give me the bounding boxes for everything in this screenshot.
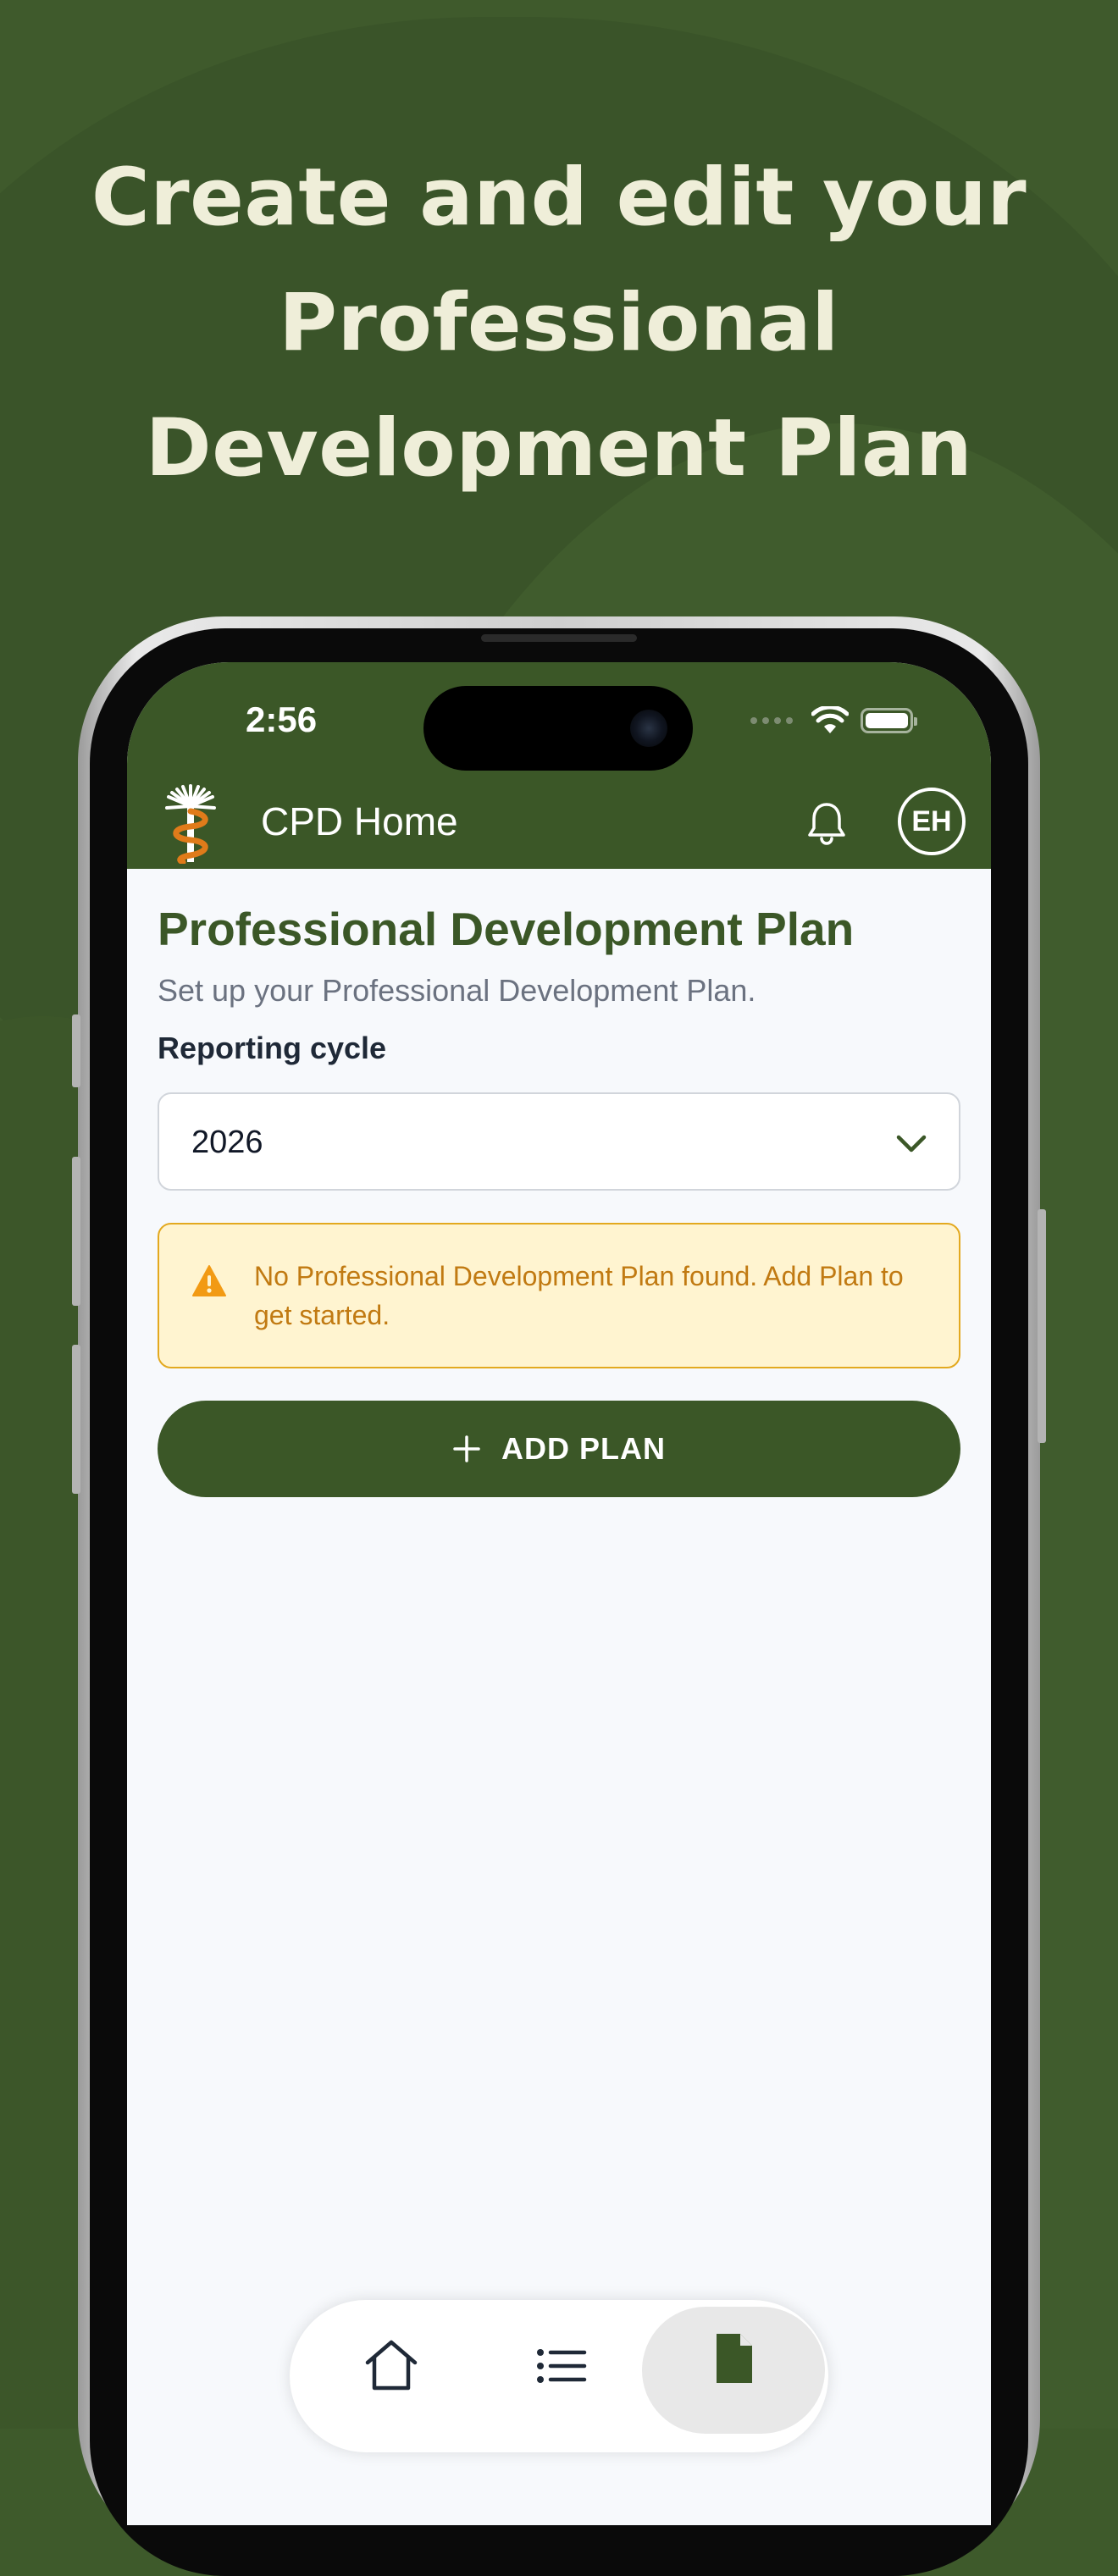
bottom-tab-bar bbox=[290, 2300, 828, 2452]
app-header: 2:56 CPD Home EH bbox=[127, 662, 991, 869]
app-title: CPD Home bbox=[261, 799, 458, 843]
reporting-cycle-label: Reporting cycle bbox=[158, 1031, 387, 1065]
rod-of-asclepius-logo bbox=[165, 784, 216, 864]
reporting-cycle-select[interactable]: 2026 bbox=[158, 1092, 960, 1191]
phone-volume-up-button bbox=[72, 1157, 80, 1306]
status-indicators bbox=[750, 706, 917, 735]
chevron-down-icon bbox=[896, 1135, 927, 1153]
phone-volume-down-button bbox=[72, 1345, 80, 1494]
document-icon bbox=[717, 2334, 752, 2383]
add-plan-label: ADD PLAN bbox=[501, 1431, 666, 1466]
tab-plan[interactable] bbox=[642, 2307, 825, 2434]
dynamic-island bbox=[423, 686, 693, 771]
phone-screen: 2:56 CPD Home EH Professional Developmen… bbox=[127, 662, 991, 2525]
bell-icon[interactable] bbox=[801, 798, 852, 849]
phone-power-button bbox=[1038, 1209, 1046, 1443]
add-plan-button[interactable]: ADD PLAN bbox=[158, 1401, 960, 1497]
reporting-cycle-value: 2026 bbox=[191, 1125, 263, 1160]
battery-icon bbox=[861, 708, 917, 733]
list-icon bbox=[537, 2349, 587, 2383]
camera-icon bbox=[630, 710, 667, 747]
phone-speaker bbox=[481, 634, 637, 642]
phone-action-button bbox=[72, 1014, 80, 1087]
home-icon bbox=[365, 2340, 418, 2391]
tab-home[interactable] bbox=[332, 2317, 451, 2418]
no-plan-alert: No Professional Development Plan found. … bbox=[158, 1223, 960, 1368]
wifi-icon bbox=[811, 706, 849, 733]
page-title: Professional Development Plan bbox=[158, 903, 855, 955]
tab-list[interactable] bbox=[501, 2317, 620, 2418]
status-time: 2:56 bbox=[246, 699, 318, 739]
avatar[interactable]: EH bbox=[898, 788, 966, 855]
page-subtitle: Set up your Professional Development Pla… bbox=[158, 973, 756, 1008]
promo-headline: Create and edit your Professional Develo… bbox=[91, 152, 1027, 495]
alert-message: No Professional Development Plan found. … bbox=[254, 1261, 904, 1330]
plus-icon bbox=[453, 1435, 480, 1462]
warning-icon bbox=[192, 1265, 226, 1296]
cellular-signal-icon bbox=[750, 717, 793, 724]
